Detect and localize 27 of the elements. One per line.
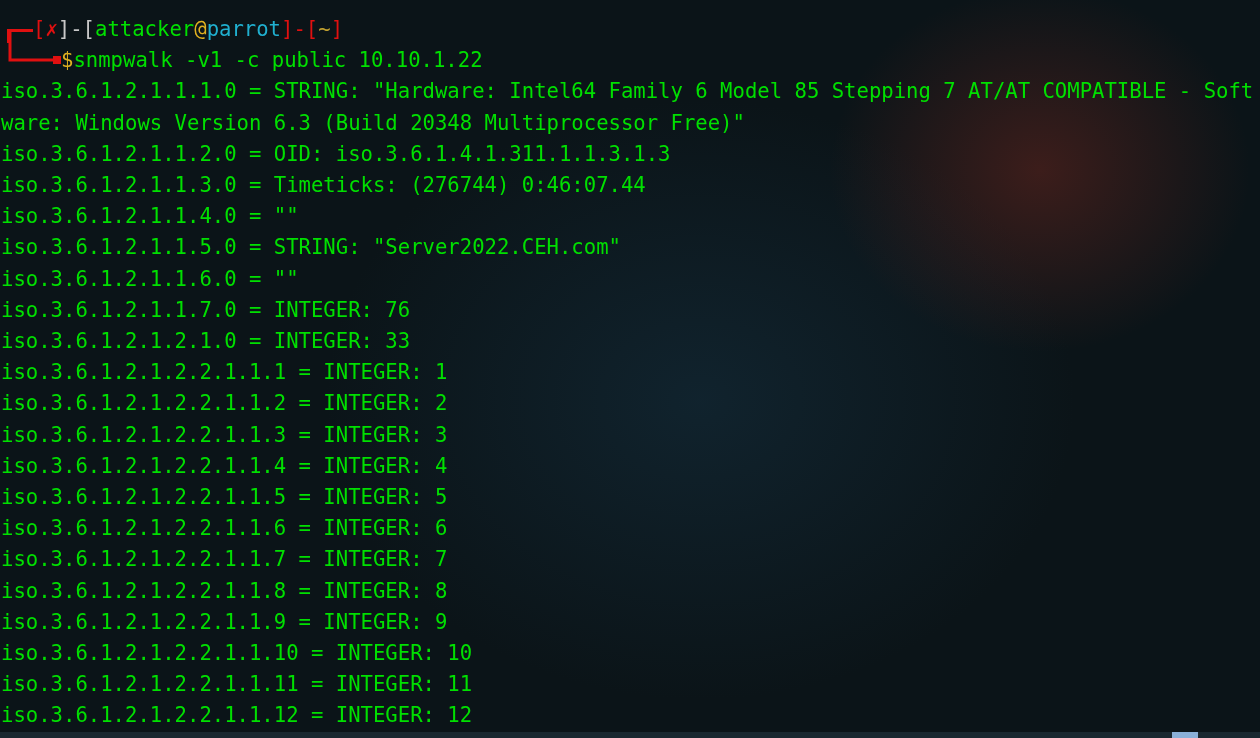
prompt-symbol: $: [61, 47, 74, 75]
output-line: ware: Windows Version 6.3 (Build 20348 Multiprocessor Free)": [1, 109, 745, 137]
output-line: iso.3.6.1.2.1.2.2.1.1.12 = INTEGER: 12: [1, 702, 473, 730]
output-line: iso.3.6.1.2.1.2.2.1.1.3 = INTEGER: 3: [1, 421, 448, 449]
output-line: iso.3.6.1.2.1.1.4.0 = "": [1, 203, 299, 231]
output-line: iso.3.6.1.2.1.1.7.0 = INTEGER: 76: [1, 296, 411, 324]
output-line: iso.3.6.1.2.1.2.2.1.1.4 = INTEGER: 4: [1, 452, 448, 480]
output-line: iso.3.6.1.2.1.2.1.0 = INTEGER: 33: [1, 328, 411, 355]
output-line: iso.3.6.1.2.1.2.2.1.1.5 = INTEGER: 5: [1, 484, 448, 512]
output-line: iso.3.6.1.2.1.2.2.1.1.2 = INTEGER: 2: [1, 390, 448, 418]
output-line: iso.3.6.1.2.1.1.6.0 = "": [1, 265, 299, 293]
output-line: iso.3.6.1.2.1.2.2.1.1.7 = INTEGER: 7: [1, 546, 448, 574]
prompt-header: [✗]-[attacker@parrot]-[~]: [33, 16, 344, 43]
output-line: iso.3.6.1.2.1.2.2.1.1.9 = INTEGER: 9: [1, 608, 448, 636]
output-line: iso.3.6.1.2.1.2.2.1.1.1 = INTEGER: 1: [1, 359, 448, 387]
output-line: iso.3.6.1.2.1.1.5.0 = STRING: "Server2022.CEH.com": [1, 234, 621, 262]
output-line: iso.3.6.1.2.1.1.1.0 = STRING: "Hardware: Intel64 Family 6 Model 85 Stepping 7 AT/AT COMPATIBLE - Soft: [1, 78, 1254, 106]
scrollbar[interactable]: [0, 732, 1260, 738]
output-line: iso.3.6.1.2.1.2.2.1.1.11 = INTEGER: 11: [1, 671, 473, 699]
output-line: iso.3.6.1.2.1.1.3.0 = Timeticks: (276744) 0:46:07.44: [1, 172, 646, 199]
command-text: snmpwalk -v1 -c public 10.10.1.22: [73, 47, 483, 75]
scrollbar-thumb[interactable]: [1172, 732, 1198, 738]
prompt-corner-icon: [7, 29, 33, 44]
output-line: iso.3.6.1.2.1.2.2.1.1.10 = INTEGER: 10: [1, 640, 473, 668]
output-line: iso.3.6.1.2.1.1.2.0 = OID: iso.3.6.1.4.1.311.1.1.3.1.3: [1, 140, 671, 168]
output-line: iso.3.6.1.2.1.2.2.1.1.6 = INTEGER: 6: [1, 515, 448, 543]
output-line: iso.3.6.1.2.1.2.2.1.1.8 = INTEGER: 8: [1, 577, 448, 605]
